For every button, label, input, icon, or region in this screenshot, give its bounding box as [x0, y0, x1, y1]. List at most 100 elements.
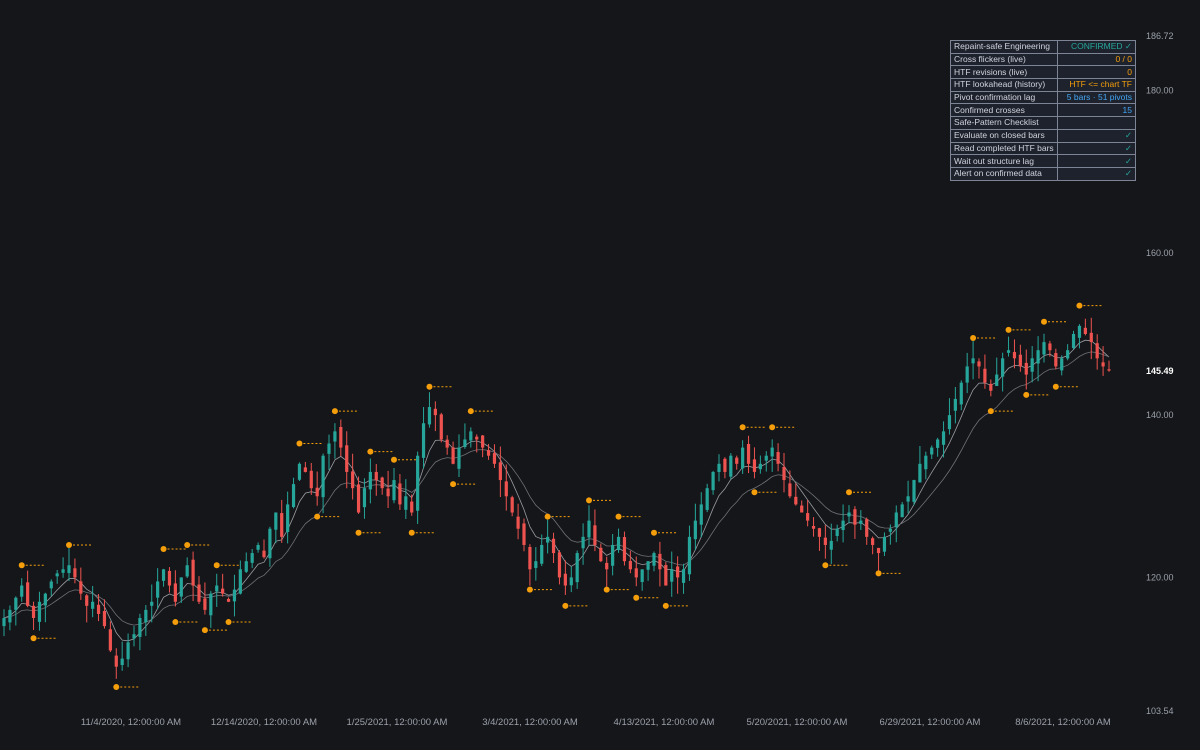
status-row: Safe-Pattern Checklist — [950, 116, 1137, 130]
status-row: Read completed HTF bars ✓ — [950, 141, 1137, 156]
status-value: 0 / 0 — [1056, 52, 1137, 67]
candle-body — [120, 658, 124, 666]
y-tick-label: 160.00 — [1146, 248, 1174, 258]
pivot-dot — [367, 448, 374, 455]
candle-body — [640, 569, 644, 583]
candle-body — [492, 453, 497, 464]
candle-body — [670, 569, 674, 582]
candle-body — [971, 358, 975, 364]
candle-body — [286, 504, 290, 532]
candle-body — [835, 528, 839, 537]
candle-body — [167, 570, 172, 586]
candle-body — [463, 439, 467, 447]
candle-body — [20, 585, 24, 597]
candle-body — [788, 483, 792, 497]
candle-body — [451, 447, 455, 464]
status-row: Evaluate on closed bars ✓ — [950, 128, 1137, 143]
candles — [2, 317, 1111, 679]
candle-body — [569, 577, 573, 586]
candle-body — [303, 467, 307, 472]
candle-body — [876, 547, 881, 554]
candle-body — [605, 562, 609, 570]
x-tick-label: 6/29/2021, 12:00:00 AM — [880, 717, 981, 728]
candle-body — [817, 528, 822, 537]
candle-body — [8, 609, 12, 623]
candle-body — [433, 408, 437, 416]
candle-body — [918, 463, 922, 483]
candle-body — [421, 423, 426, 458]
candle-body — [1066, 350, 1070, 359]
y-tick-label: 103.54 — [1146, 706, 1174, 716]
candle-body — [321, 455, 325, 498]
candle-body — [380, 477, 384, 489]
candle-body — [664, 565, 668, 586]
candle-body — [693, 520, 697, 540]
candle-body — [894, 512, 898, 528]
candle-body — [616, 536, 621, 551]
x-tick-label: 1/25/2021, 12:00:00 AM — [347, 717, 448, 728]
candle-body — [764, 455, 768, 461]
candle-body — [61, 569, 65, 573]
candle-body — [557, 552, 562, 578]
pivot-dot — [66, 541, 72, 548]
pivot-dot — [846, 489, 852, 496]
candle-body — [280, 513, 284, 537]
candle-body — [368, 471, 372, 490]
x-axis: 11/4/2020, 12:00:00 AM 12/14/2020, 12:00:… — [81, 717, 1111, 728]
last-price-label: 145.49 — [1146, 366, 1174, 376]
candle-body — [268, 528, 272, 559]
x-tick-label: 8/6/2021, 12:00:00 AM — [1015, 717, 1111, 728]
candle-body — [652, 553, 656, 566]
y-tick-label: 120.00 — [1146, 572, 1174, 582]
candle-body — [469, 431, 473, 441]
candle-body — [102, 611, 107, 627]
y-tick-label: 140.00 — [1146, 410, 1174, 420]
candle-body — [746, 443, 751, 464]
candle-body — [681, 569, 686, 583]
pivot-dot — [160, 546, 167, 553]
candle-body — [339, 426, 343, 448]
pivot-dot — [562, 602, 569, 609]
candle-body — [173, 583, 177, 602]
ema-lines — [3, 339, 1110, 642]
pivot-dot — [822, 562, 829, 569]
candle-body — [291, 484, 296, 508]
pivot-dot — [586, 497, 592, 504]
candle-body — [593, 525, 597, 545]
candle-body — [995, 374, 999, 386]
candle-body — [581, 536, 585, 549]
pivot-dot — [355, 529, 362, 536]
candle-body — [528, 547, 532, 570]
x-tick-label: 3/4/2021, 12:00:00 AM — [482, 717, 578, 728]
status-label: Cross flickers (live) — [950, 52, 1058, 67]
candle-body — [404, 496, 408, 510]
candle-body — [1036, 350, 1040, 364]
candle-body — [947, 415, 952, 430]
candle-body — [871, 538, 875, 545]
pivot-dot — [875, 570, 882, 577]
candle-body — [676, 566, 680, 578]
candle-body — [705, 488, 709, 510]
candle-body — [37, 601, 42, 622]
candle-body — [510, 497, 514, 513]
candle-body — [1089, 332, 1093, 343]
pivot-markers — [18, 302, 1104, 690]
candle-body — [398, 483, 402, 505]
pivot-dot — [213, 562, 220, 569]
candle-body — [14, 597, 18, 610]
candle-body — [156, 581, 160, 598]
y-tick-label: 180.00 — [1146, 86, 1174, 96]
candle-body — [534, 561, 538, 568]
candle-body — [1018, 354, 1022, 367]
candle-body — [930, 447, 934, 455]
candle-body — [1006, 350, 1011, 353]
status-label: Alert on confirmed data — [950, 166, 1058, 181]
candle-body — [297, 463, 302, 480]
pivot-dot — [113, 683, 120, 690]
x-tick-label: 12/14/2020, 12:00:00 AM — [211, 717, 317, 728]
pivot-dot — [970, 335, 977, 342]
status-label: Safe-Pattern Checklist — [950, 116, 1058, 130]
status-row: Pivot confirmation lag 5 bars · 51 pivots — [950, 90, 1137, 105]
candle-body — [185, 565, 189, 577]
status-value: 15 — [1056, 103, 1137, 118]
